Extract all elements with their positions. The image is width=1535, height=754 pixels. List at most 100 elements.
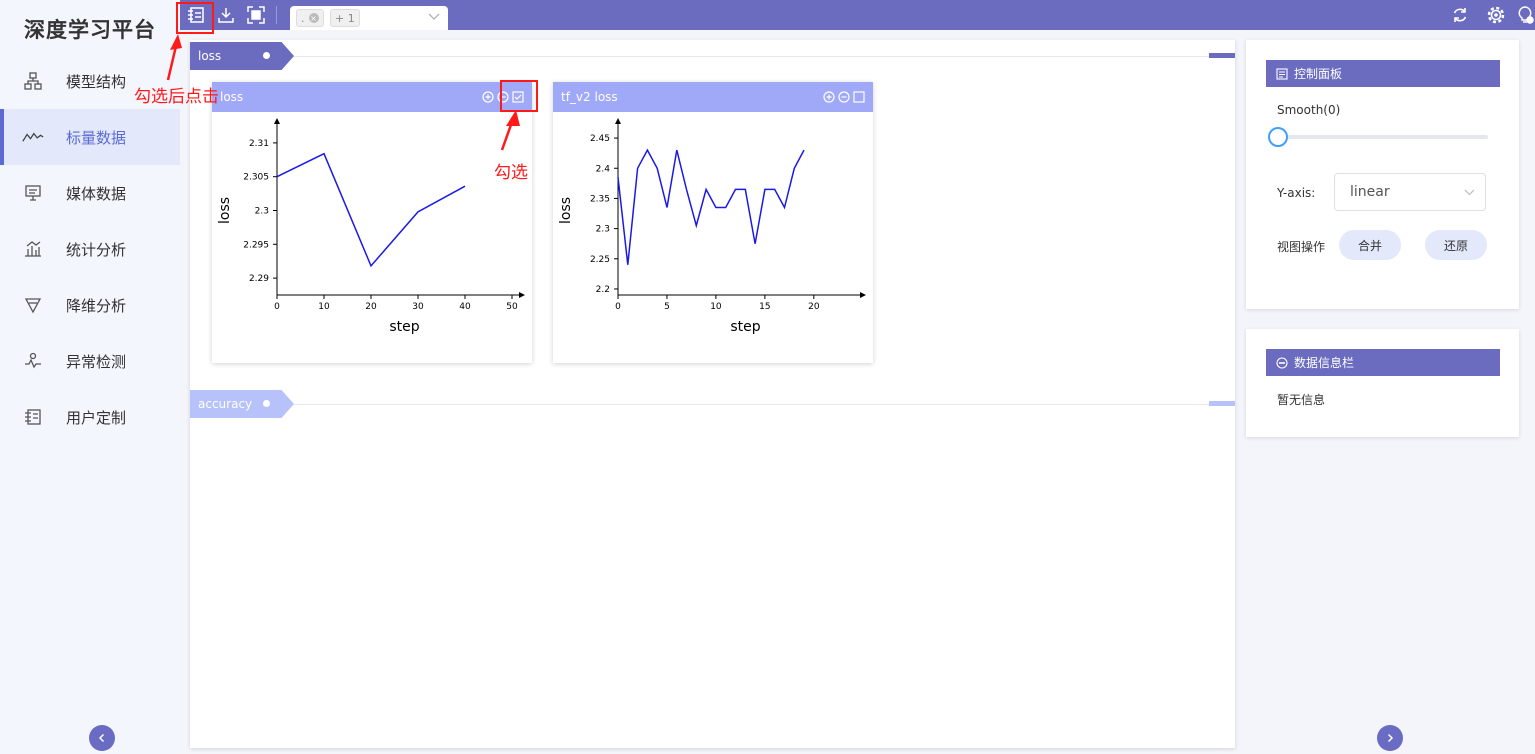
y-axis-arrow [274,118,280,124]
section-collapse-handle[interactable] [1209,401,1235,406]
section-divider [294,404,1235,405]
chart-card-header: tf_v2 loss [553,82,873,112]
yaxis-label: Y-axis: [1277,186,1316,200]
settings-button[interactable] [1485,4,1507,26]
run-selector[interactable]: . × + 1 [290,6,448,30]
info-panel: 数据信息栏 暂无信息 [1246,329,1519,437]
y-axis-arrow [615,118,621,124]
sidebar-item-label: 异常检测 [66,352,127,371]
section-dot [263,400,270,407]
collapse-right-button[interactable] [1377,725,1403,751]
x-axis-label: step [389,319,419,335]
x-tick-label: 50 [506,302,518,312]
chevron-left-icon [98,733,105,743]
series-line [276,152,466,268]
y-tick-label: 2.25 [590,255,610,265]
x-tick-label: 30 [412,302,424,312]
section-collapse-handle[interactable] [1209,53,1235,58]
sidebar-item-label: 统计分析 [66,240,127,259]
app-title: 深度学习平台 [24,18,156,42]
refresh-button[interactable] [1449,4,1471,26]
loss-chart: 0 10 20 30 40 50 2.29 2.295 2.3 2.305 2.31 step loss [217,118,525,335]
annotation-highlight-box [176,2,214,34]
x-tick-label: 15 [759,302,770,312]
sidebar-item-scalar-data[interactable]: 标量数据 [0,109,180,165]
scalar-content-area: loss loss 0 10 20 30 40 50 2.29 2.295 2.3 2.305 2.… [190,40,1235,748]
sidebar-item-label: 标量数据 [66,128,127,147]
y-tick-label: 2.3 [255,207,269,217]
sidebar-item-label: 模型结构 [66,72,127,91]
run-tag[interactable]: . × [296,9,324,27]
y-tick-label: 2.295 [243,240,269,250]
sidebar-item-dim-reduction[interactable]: 降维分析 [0,277,180,333]
fullscreen-button[interactable] [245,4,267,26]
sidebar-item-media-data[interactable]: 媒体数据 [0,165,180,221]
annotation-check: 勾选 [494,163,528,183]
x-axis-label: step [730,319,760,335]
restore-button[interactable]: 还原 [1425,230,1487,260]
zoom-in-icon[interactable] [481,90,494,103]
control-panel: 控制面板 Smooth(0) Y-axis: linear 视图操作 合并 还原 [1246,40,1519,309]
chart-card-title: tf_v2 loss [561,90,618,104]
y-tick-label: 2.31 [249,139,269,149]
bar-stats-icon [22,238,44,260]
gear-icon [1487,6,1505,24]
x-axis-arrow [519,292,525,298]
y-tick-label: 2.3 [596,225,610,235]
zoom-out-icon[interactable] [837,90,850,103]
custom-board-icon [22,406,44,428]
remove-tag-icon[interactable]: × [308,13,319,23]
section-divider [294,56,1235,57]
refresh-icon [1453,8,1467,22]
sidebar-item-label: 用户定制 [66,408,127,427]
x-tick-label: 10 [318,302,330,312]
model-structure-icon [22,70,44,92]
toolbar-divider [276,6,277,24]
y-tick-label: 2.35 [590,194,610,204]
info-empty-text: 暂无信息 [1277,393,1326,407]
more-tags-count: + 1 [330,9,360,27]
sidebar-item-label: 媒体数据 [66,184,127,203]
zoom-in-icon[interactable] [822,90,835,103]
annotation-click-after-check: 勾选后点击 [134,87,219,107]
x-axis-arrow [860,292,866,298]
y-tick-label: 2.2 [596,285,610,295]
y-tick-label: 2.305 [243,173,269,183]
smooth-slider-track[interactable] [1277,135,1488,139]
section-tag-loss[interactable]: loss [190,42,294,70]
sidebar-item-anomaly-detection[interactable]: 异常检测 [0,333,180,389]
section-tag-accuracy[interactable]: accuracy [190,390,294,418]
y-tick-label: 2.4 [596,164,611,174]
chevron-down-icon [1464,189,1475,196]
tf-v2-loss-chart: 0 5 10 15 20 2.2 2.25 2.3 2.35 2.4 2.45 step loss [558,118,866,335]
fullscreen-icon [247,6,265,24]
chart-card-title: loss [220,90,244,104]
select-checkbox-icon[interactable] [852,90,865,103]
x-tick-label: 20 [365,302,377,312]
scalar-line-icon [22,126,44,148]
merge-button[interactable]: 合并 [1339,230,1401,260]
y-tick-label: 2.45 [590,134,610,144]
y-tick-label: 2.29 [249,274,269,284]
funnel-icon [22,294,44,316]
x-tick-label: 0 [615,302,621,312]
chart-card-header: loss [212,82,532,112]
sidebar-item-statistics[interactable]: 统计分析 [0,221,180,277]
chart-card-tf-v2-loss: tf_v2 loss 0 5 10 15 20 2.2 2.25 2.3 2.35 2.4 2.45… [553,82,873,363]
download-button[interactable] [215,4,237,26]
smooth-slider-handle[interactable] [1268,127,1288,147]
view-ops-label: 视图操作 [1277,240,1326,254]
sidebar-item-user-custom[interactable]: 用户定制 [0,389,180,445]
collapse-left-button[interactable] [89,725,115,751]
x-tick-label: 10 [710,302,722,312]
x-tick-label: 40 [459,302,471,312]
chart-card-loss: loss 0 10 20 30 40 50 2.29 2.295 2.3 2.305 2.31 ste… [212,82,532,363]
annotation-arrow [166,34,182,81]
x-tick-label: 20 [808,302,820,312]
yaxis-select[interactable]: linear [1334,173,1486,211]
info-panel-header: 数据信息栏 [1266,349,1500,376]
theme-button[interactable] [1514,4,1535,26]
bulb-icon [1518,6,1534,24]
annotation-arrow [500,110,520,151]
sidebar: 深度学习平台 模型结构 标量数据 媒体数据 统计分析 降维分析 异常检测 用户定… [0,0,180,754]
